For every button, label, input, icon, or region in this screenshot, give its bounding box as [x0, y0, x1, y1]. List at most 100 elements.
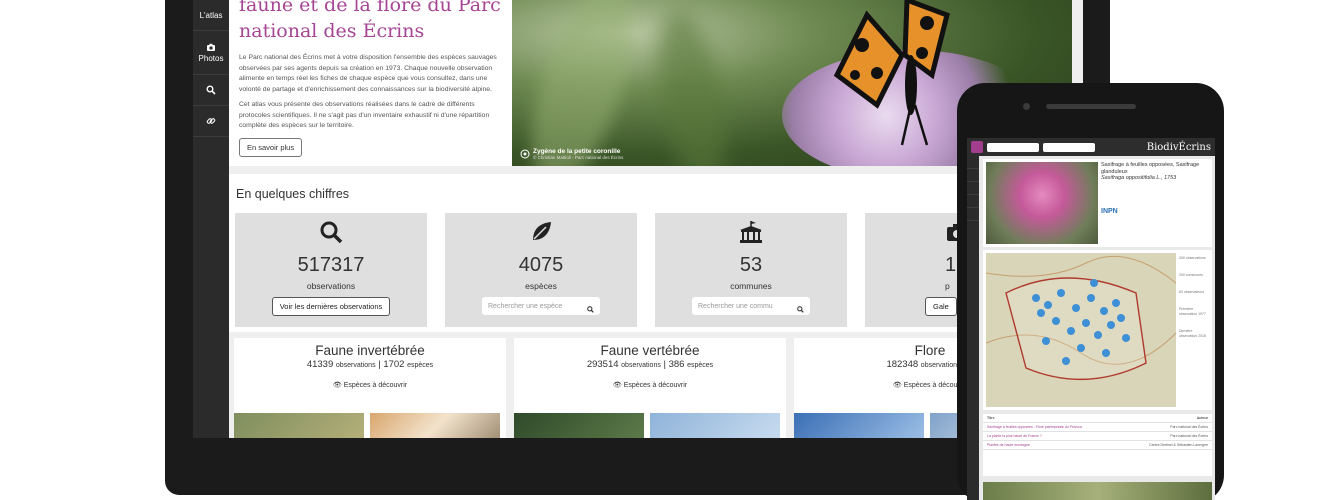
intro-title-line: national des Écrins: [239, 20, 425, 42]
camera-icon: [520, 149, 530, 159]
mobile-search-input[interactable]: [1043, 142, 1095, 152]
intro-paragraph: Le Parc national des Écrins met à votre …: [239, 54, 497, 93]
map-stat: 300 observations: [1179, 256, 1206, 260]
sidebar-item-label: Photos: [198, 54, 224, 63]
mobile-phone: BiodivÉcrins Saxifrage à feuilles opposé…: [957, 83, 1224, 500]
group-obs-label: observations: [335, 362, 376, 369]
map-card: 300 observations 200 communes 60 observa…: [983, 250, 1212, 410]
table-row[interactable]: Plantes de haute montagne Centre Dertine…: [983, 441, 1212, 450]
camera-icon: [1023, 103, 1030, 110]
species-thumbnail[interactable]: [514, 413, 644, 438]
sidebar-item-links[interactable]: [193, 106, 229, 137]
desktop-screen: L'atlas Photos faune et de la flore du P…: [193, 0, 1083, 438]
stat-species: 4075 espèces Rechercher une espèce: [445, 213, 637, 327]
stats-section: En quelques chiffres 517317 observations…: [229, 174, 1072, 332]
group-card-invertebrates[interactable]: Faune invertébrée 41339 observations | 1…: [234, 338, 506, 438]
intro-title-line: faune et de la flore du Parc: [239, 0, 501, 16]
group-title: Faune invertébrée: [315, 343, 425, 358]
table-row[interactable]: Saxifrage à feuilles opposées - Flore pa…: [983, 423, 1212, 432]
gallery-button[interactable]: Gale: [925, 297, 957, 316]
species-search-input[interactable]: Rechercher une espèce: [482, 297, 600, 315]
discover-link[interactable]: 👁 Espèces à découvrir: [514, 381, 786, 389]
species-thumbnail[interactable]: [370, 413, 500, 438]
article-author: Parc national des Écrins: [1170, 425, 1208, 429]
sidebar-item-atlas[interactable]: L'atlas: [193, 0, 229, 31]
bottom-photo: [983, 482, 1212, 500]
more-info-button[interactable]: En savoir plus: [239, 137, 303, 157]
sidebar-item[interactable]: [967, 156, 979, 169]
sidebar-item-label: L'atlas: [199, 10, 223, 20]
mobile-search-input[interactable]: [987, 142, 1039, 152]
sidebar-item-search[interactable]: [193, 75, 229, 106]
article-author: Centre Dertinel & Sébastien Lavergne: [1149, 443, 1208, 447]
table-header-cell: Auteur: [1196, 416, 1208, 420]
mobile-sidebar: [967, 156, 979, 500]
stat-label: observations: [306, 281, 356, 291]
commune-search-input[interactable]: Rechercher une commu: [692, 297, 810, 315]
link-icon: [206, 118, 216, 124]
stat-number: 53: [739, 254, 763, 276]
latest-observations-button[interactable]: Voir les dernières observations: [271, 297, 391, 316]
inpn-badge[interactable]: INPN: [1101, 208, 1205, 215]
mobile-topbar: BiodivÉcrins: [967, 138, 1215, 156]
hero-caption-credit: © Christian Mattioli - Parc national des…: [533, 155, 624, 160]
page: L'atlas Photos faune et de la flore du P…: [0, 0, 1320, 500]
group-obs-count: 182348: [886, 359, 919, 370]
table-header-cell: Titre: [987, 416, 995, 420]
search-icon[interactable]: [797, 306, 804, 313]
table-row[interactable]: La plante la plus haute de France ? Parc…: [983, 432, 1212, 441]
intro-panel: faune et de la flore du Parc national de…: [229, 0, 512, 166]
map-stat: Première observation 1977: [1179, 307, 1206, 316]
article-link[interactable]: La plante la plus haute de France ?: [987, 434, 1042, 438]
group-species-count: 1702: [383, 359, 405, 370]
discover-label: Espèces à découvrir: [343, 382, 408, 389]
taxon-groups: Faune invertébrée 41339 observations | 1…: [229, 338, 1072, 438]
sidebar-item[interactable]: [967, 195, 979, 208]
mobile-screen: BiodivÉcrins Saxifrage à feuilles opposé…: [967, 138, 1215, 500]
search-icon[interactable]: [587, 306, 594, 313]
sidebar-item[interactable]: [967, 169, 979, 182]
article-link[interactable]: Saxifrage à feuilles opposées - Flore pa…: [987, 425, 1082, 429]
search-icon: [320, 221, 343, 244]
group-obs-label: observations: [920, 362, 961, 369]
articles-table: Titre Auteur Saxifrage à feuilles opposé…: [983, 414, 1212, 476]
camera-icon: [207, 43, 215, 51]
leaf-icon: [533, 222, 551, 240]
hero-caption: Zygène de la petite coronille © Christia…: [520, 148, 623, 160]
map-stats: 300 observations 200 communes 60 observa…: [1179, 256, 1209, 339]
group-obs-count: 293514: [586, 359, 619, 370]
logo-icon[interactable]: [971, 141, 983, 153]
commune-search-placeholder: Rechercher une commu: [698, 302, 773, 310]
article-link[interactable]: Plantes de haute montagne: [987, 443, 1030, 447]
observation-map[interactable]: [986, 253, 1176, 407]
group-counts: 41339 observations | 1702 espèces: [306, 359, 434, 370]
species-thumbnail[interactable]: [794, 413, 924, 438]
species-search-placeholder: Rechercher une espèce: [488, 302, 563, 310]
phone-speaker: [1046, 104, 1136, 109]
species-latin-name: Saxifraga oppositifolia L., 1753: [1101, 175, 1177, 181]
town-hall-icon: [740, 221, 762, 243]
stat-number: 4075: [518, 254, 564, 276]
intro-paragraph: Cet atlas vous présente des observations…: [239, 101, 490, 129]
stat-label: espèces: [525, 281, 557, 291]
sidebar-item-photos[interactable]: Photos: [193, 31, 229, 75]
intro-title: faune et de la flore du Parc national de…: [239, 0, 502, 44]
discover-link[interactable]: 👁 Espèces à découvrir: [234, 381, 506, 389]
group-card-vertebrates[interactable]: Faune vertébrée 293514 observations | 38…: [514, 338, 786, 438]
map-stat: 200 communes: [1179, 273, 1203, 277]
sidebar-item[interactable]: [967, 182, 979, 195]
stats-title: En quelques chiffres: [236, 187, 350, 201]
species-photo: [986, 162, 1098, 244]
sidebar-item[interactable]: [967, 208, 979, 221]
group-obs-count: 41339: [306, 359, 334, 370]
species-thumbnail[interactable]: [234, 413, 364, 438]
article-author: Parc national des Écrins: [1170, 434, 1208, 438]
species-thumbnail[interactable]: [650, 413, 780, 438]
search-icon: [206, 85, 216, 95]
species-title: Saxifrage à feuilles opposées, Saxifrage…: [1101, 162, 1200, 175]
group-obs-label: observations: [621, 362, 661, 369]
map-image: [986, 255, 1176, 380]
stat-number: 517317: [297, 254, 365, 276]
mobile-brand: BiodivÉcrins: [1146, 141, 1211, 153]
group-species-label: espèces: [687, 362, 714, 369]
